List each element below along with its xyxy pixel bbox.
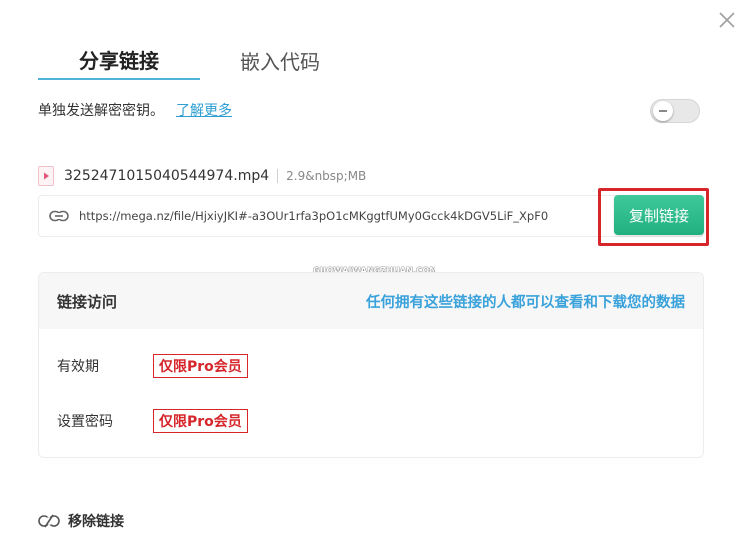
share-url[interactable]: https://mega.nz/file/HjxiyJKI#-a3OUr1rfa…: [79, 209, 548, 223]
separate-key-row: 单独发送解密密钥。 了解更多: [38, 100, 232, 120]
tab-bar: 分享链接 嵌入代码: [38, 40, 360, 82]
expiry-option-row: 有效期 仅限Pro会员: [57, 354, 248, 378]
password-label: 设置密码: [57, 414, 113, 430]
link-icon: [49, 210, 69, 222]
learn-more-link[interactable]: 了解更多: [176, 100, 232, 120]
pro-only-badge[interactable]: 仅限Pro会员: [153, 409, 248, 433]
tab-embed-code[interactable]: 嵌入代码: [200, 40, 360, 80]
file-size: 2.9&nbsp;MB: [277, 169, 366, 183]
pro-only-badge[interactable]: 仅限Pro会员: [153, 354, 248, 378]
video-file-icon: [38, 166, 54, 186]
password-option-row: 设置密码 仅限Pro会员: [57, 409, 248, 433]
file-info-row: 3252471015040544974.mp4 2.9&nbsp;MB: [38, 165, 366, 187]
access-title: 链接访问: [57, 292, 118, 311]
link-access-panel: 链接访问 任何拥有这些链接的人都可以查看和下载您的数据 有效期 仅限Pro会员 …: [38, 272, 704, 458]
access-description: 任何拥有这些链接的人都可以查看和下载您的数据: [366, 294, 685, 311]
remove-link-button[interactable]: 移除链接: [38, 510, 124, 532]
tab-share-link[interactable]: 分享链接: [38, 40, 200, 80]
access-header: 链接访问 任何拥有这些链接的人都可以查看和下载您的数据: [39, 273, 703, 329]
close-icon[interactable]: [717, 10, 737, 30]
toggle-knob: [653, 101, 673, 121]
copy-link-button[interactable]: 复制链接: [614, 195, 704, 235]
file-name: 3252471015040544974.mp4: [64, 168, 270, 184]
remove-link-label: 移除链接: [68, 514, 124, 530]
separate-key-toggle[interactable]: [650, 99, 700, 123]
expiry-label: 有效期: [57, 359, 99, 375]
unlink-icon: [38, 514, 60, 528]
share-link-dialog: 分享链接 嵌入代码 单独发送解密密钥。 了解更多 325247101504054…: [0, 0, 750, 545]
separate-key-label: 单独发送解密密钥。: [38, 103, 164, 119]
